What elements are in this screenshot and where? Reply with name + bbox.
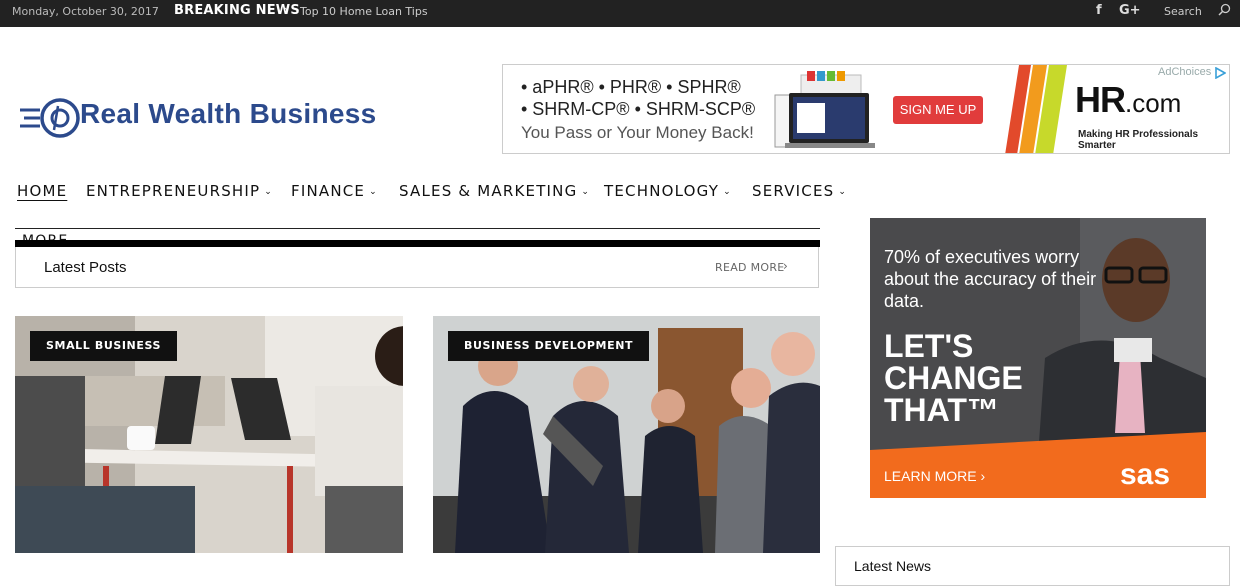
chevron-down-icon: ⌄ <box>581 187 591 197</box>
hr-banner-ad[interactable]: • aPHR® • PHR® • SPHR® • SHRM-CP® • SHRM… <box>502 64 1230 154</box>
breaking-news-link[interactable]: Top 10 Home Loan Tips <box>300 5 428 18</box>
nav-item-sales-marketing[interactable]: SALES & MARKETING ⌄ <box>399 182 590 200</box>
sign-me-up-button[interactable]: SIGN ME UP <box>893 96 983 124</box>
ad-line-2: • SHRM-CP® • SHRM-SCP® <box>521 99 756 119</box>
chevron-down-icon: ⌄ <box>369 187 378 197</box>
latest-news-widget: Latest News <box>835 546 1230 586</box>
hr-com-logo: HR.com <box>1075 79 1182 120</box>
sas-ad-slogan: LET'S CHANGE THAT™ <box>884 328 1023 428</box>
sas-logo: sas <box>1120 458 1171 491</box>
nav-item-services[interactable]: SERVICES ⌄ <box>752 182 847 200</box>
sas-sidebar-ad[interactable]: 70% of executives worry about the accura… <box>870 218 1206 498</box>
learn-more-link[interactable]: LEARN MORE › <box>884 468 985 484</box>
sas-ad-headline: 70% of executives worry about the accura… <box>884 247 1097 311</box>
adchoices-icon[interactable] <box>1214 67 1226 79</box>
site-logo-text[interactable]: Real Wealth Business <box>80 98 376 130</box>
chevron-down-icon: ⌄ <box>264 187 274 197</box>
latest-posts-title: Latest Posts <box>44 259 127 276</box>
breaking-news-arrow-icon: › <box>284 3 289 17</box>
facebook-icon[interactable]: f <box>1096 3 1102 18</box>
category-badge[interactable]: SMALL BUSINESS <box>30 331 178 361</box>
nav-item-home[interactable]: HOME <box>17 182 67 200</box>
nav-item-technology[interactable]: TECHNOLOGY ⌄ <box>604 182 732 200</box>
chevron-down-icon: ⌄ <box>838 187 848 197</box>
latest-posts-header: Latest Posts READ MORE › <box>15 247 819 288</box>
chevron-right-icon[interactable]: › <box>783 259 788 273</box>
ad-line-3: You Pass or Your Money Back! <box>521 123 754 142</box>
search-link[interactable]: Search <box>1164 5 1202 18</box>
divider <box>15 228 820 229</box>
current-date: Monday, October 30, 2017 <box>12 5 159 18</box>
post-card-business-development[interactable]: BUSINESS DEVELOPMENT <box>433 316 820 553</box>
hr-com-tagline: Making HR Professionals Smarter <box>1078 129 1199 151</box>
googleplus-icon[interactable]: G+ <box>1119 3 1141 18</box>
breaking-news-label: BREAKING NEWS <box>174 3 300 18</box>
study-materials-image <box>774 71 875 148</box>
search-icon[interactable] <box>1218 3 1231 16</box>
ad-decorative-stripes <box>1005 65 1067 153</box>
nav-item-entrepreneurship[interactable]: ENTREPRENEURSHIP ⌄ <box>86 182 273 200</box>
top-bar: Monday, October 30, 2017 BREAKING NEWS ›… <box>0 0 1240 27</box>
post-card-small-business[interactable]: SMALL BUSINESS <box>15 316 403 553</box>
adchoices-label[interactable]: AdChoices <box>1158 66 1211 78</box>
divider-thick <box>15 240 820 247</box>
nav-item-finance[interactable]: FINANCE ⌄ <box>291 182 378 200</box>
chevron-down-icon: ⌄ <box>723 187 732 197</box>
latest-news-title: Latest News <box>854 558 932 574</box>
ad-line-1: • aPHR® • PHR® • SPHR® <box>521 77 741 97</box>
read-more-link[interactable]: READ MORE <box>715 261 785 274</box>
category-badge[interactable]: BUSINESS DEVELOPMENT <box>448 331 650 361</box>
